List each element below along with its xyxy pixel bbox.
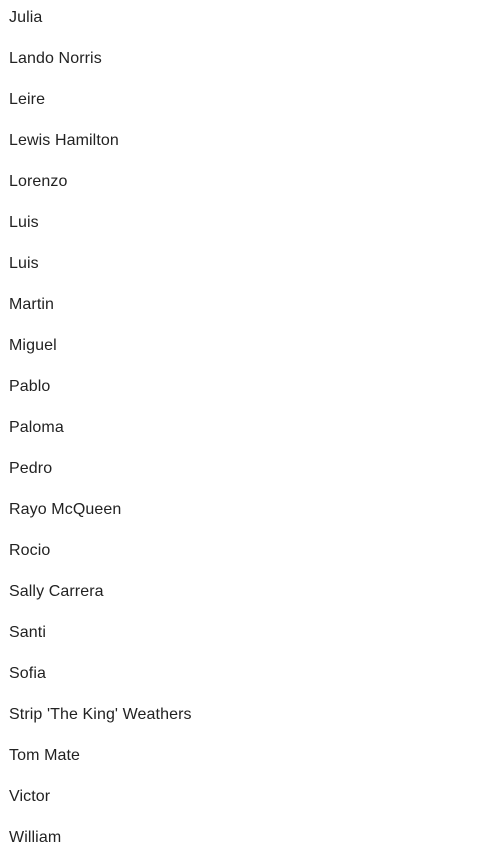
list-item[interactable]: Miguel <box>9 331 57 361</box>
list-item[interactable]: Pablo <box>9 372 50 402</box>
list-item[interactable]: Paloma <box>9 413 64 443</box>
list-item[interactable]: William <box>9 823 61 853</box>
list-item[interactable]: Rocio <box>9 536 50 566</box>
list-item[interactable]: Strip 'The King' Weathers <box>9 700 192 730</box>
list-item[interactable]: Tom Mate <box>9 741 80 771</box>
name-list: Julia Lando Norris Leire Lewis Hamilton … <box>0 0 490 857</box>
list-item[interactable]: Luis <box>9 208 39 238</box>
list-item[interactable]: Rayo McQueen <box>9 495 121 525</box>
list-item[interactable]: Leire <box>9 85 45 115</box>
list-item[interactable]: Sally Carrera <box>9 577 104 607</box>
list-item[interactable]: Lando Norris <box>9 44 102 74</box>
list-item[interactable]: Martin <box>9 290 54 320</box>
list-item[interactable]: Luis <box>9 249 39 279</box>
list-item[interactable]: Victor <box>9 782 50 812</box>
list-item[interactable]: Lewis Hamilton <box>9 126 119 156</box>
list-item[interactable]: Sofia <box>9 659 46 689</box>
list-item[interactable]: Lorenzo <box>9 167 68 197</box>
list-item[interactable]: Julia <box>9 3 42 33</box>
list-item[interactable]: Pedro <box>9 454 52 484</box>
list-item[interactable]: Santi <box>9 618 46 648</box>
